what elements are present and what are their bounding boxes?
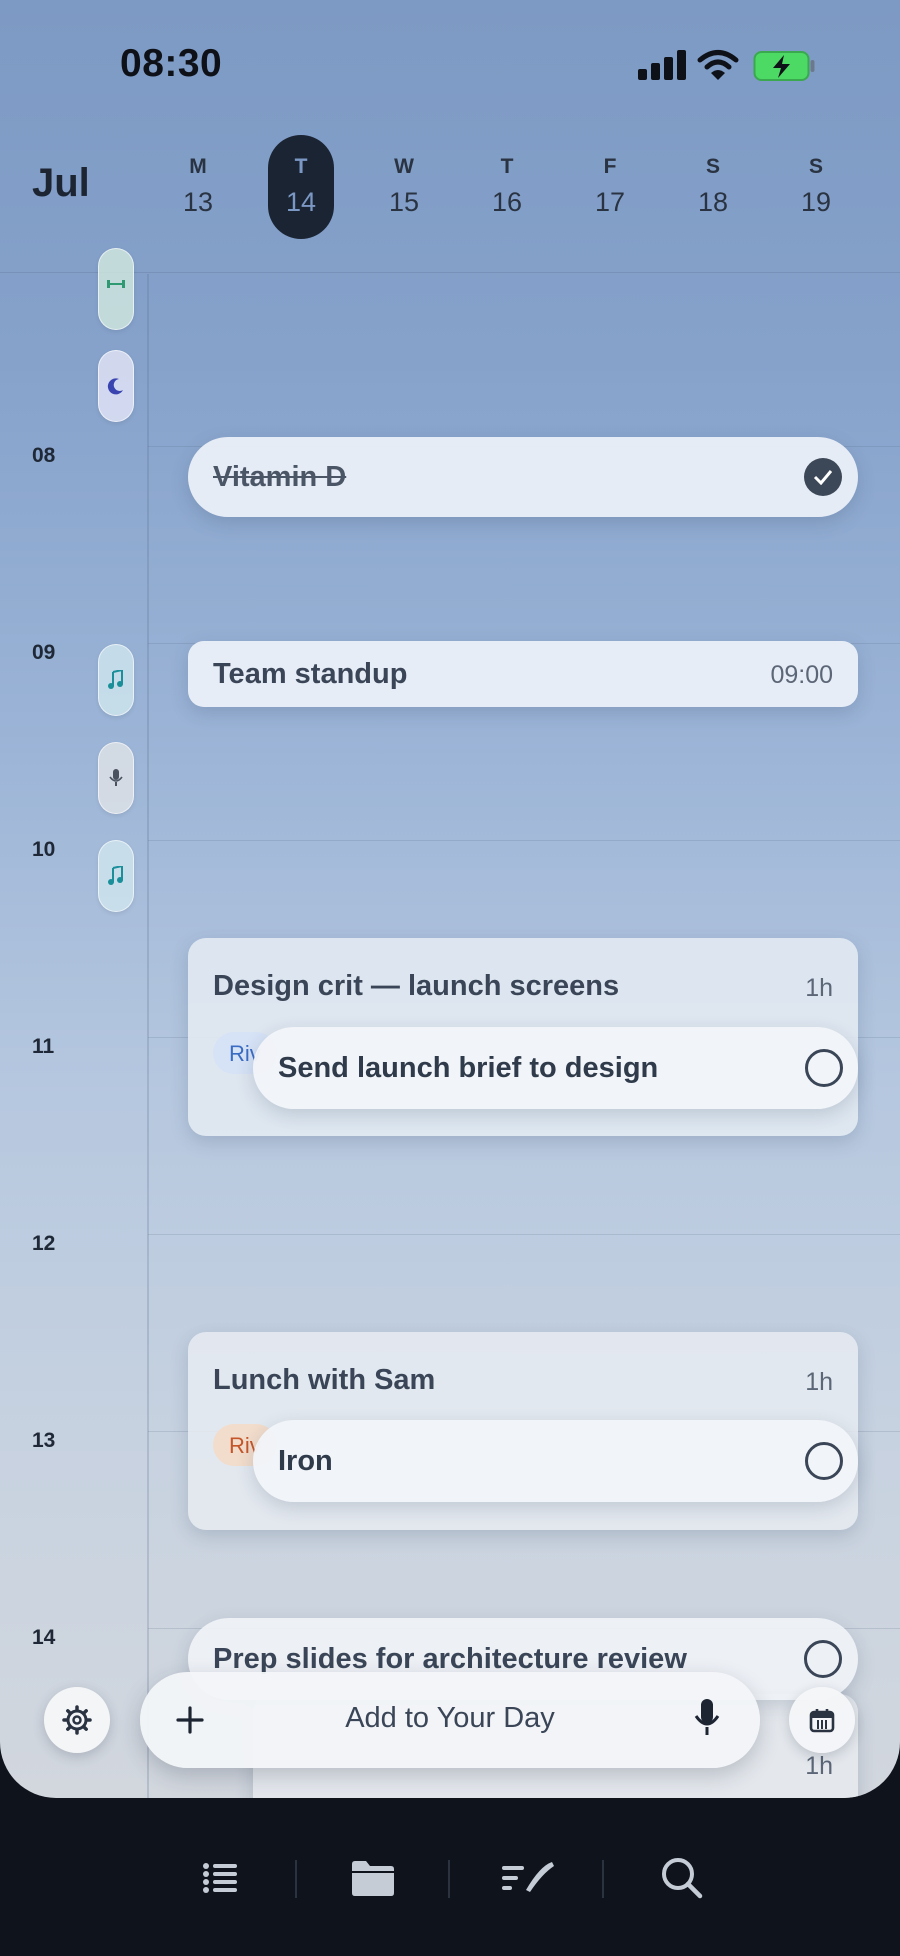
task-title: Vitamin D (213, 461, 347, 493)
dumbbell-icon (107, 280, 125, 288)
event-time: 09:00 (770, 661, 833, 689)
add-to-day-input[interactable]: Add to Your Day (140, 1702, 760, 1735)
gear-icon (62, 1705, 92, 1735)
habit-music-2[interactable] (98, 840, 134, 912)
day-sat-18[interactable]: S 18 (680, 135, 746, 239)
calendar-button[interactable] (789, 1687, 855, 1753)
task-iron[interactable]: Iron (253, 1420, 858, 1502)
settings-button[interactable] (44, 1687, 110, 1753)
tab-list[interactable] (190, 1848, 250, 1908)
checkbox-icon[interactable] (805, 1442, 843, 1480)
hour-label: 08 (32, 444, 56, 467)
status-time: 08:30 (120, 42, 223, 85)
day-number: 19 (800, 187, 832, 217)
music-note-icon (108, 866, 123, 885)
tab-search[interactable] (652, 1848, 712, 1908)
hour-label: 13 (32, 1429, 56, 1452)
habit-music[interactable] (98, 644, 134, 716)
event-title: Lunch with Sam (213, 1364, 436, 1396)
task-title: Send launch brief to design (278, 1052, 659, 1084)
tab-journal[interactable] (498, 1848, 558, 1908)
hour-label: 12 (32, 1232, 56, 1255)
day-thu-16[interactable]: T 16 (474, 135, 540, 239)
folder-icon (352, 1861, 394, 1896)
signal-icon (638, 50, 686, 80)
day-letter: T (500, 155, 514, 178)
day-letter: S (705, 155, 720, 178)
hour-label: 14 (32, 1626, 56, 1649)
day-letter: W (394, 155, 414, 178)
add-to-day-bar[interactable]: Add to Your Day (140, 1672, 760, 1768)
list-icon (203, 1863, 237, 1893)
day-wed-15[interactable]: W 15 (371, 135, 437, 239)
month-label: Jul (32, 161, 90, 205)
tab-separator (295, 1860, 297, 1898)
day-tue-14-selected[interactable]: T 14 (268, 135, 334, 239)
habit-sleep[interactable] (98, 350, 134, 422)
day-number: 18 (697, 187, 729, 217)
microphone-icon[interactable] (694, 1698, 720, 1738)
microphone-icon (109, 769, 123, 786)
battery-charging-icon (753, 51, 815, 81)
week-header: Jul M 13 T 14 W 15 T 16 F 17 S 18 S 19 (0, 105, 900, 273)
task-vitamin-d[interactable]: Vitamin D (188, 437, 858, 517)
day-letter: T (294, 155, 308, 178)
event-title: Design crit — launch screens (213, 970, 620, 1002)
task-title: Iron (278, 1445, 333, 1477)
day-letter: M (189, 155, 207, 178)
tab-folders[interactable] (343, 1848, 403, 1908)
moon-icon (107, 378, 123, 395)
search-icon (662, 1858, 703, 1899)
hour-gridline (148, 840, 900, 841)
event-team-standup[interactable]: Team standup 09:00 (188, 641, 858, 707)
tab-separator (448, 1860, 450, 1898)
day-number: 16 (491, 187, 523, 217)
habit-workout[interactable] (98, 248, 134, 330)
calendar-icon (809, 1709, 835, 1733)
day-letter: F (603, 155, 617, 178)
hour-gridline (148, 1234, 900, 1235)
event-duration: 1h (805, 974, 833, 1002)
tab-bar (0, 1798, 900, 1956)
checkbox-icon[interactable] (804, 1640, 842, 1678)
music-note-icon (108, 670, 123, 689)
checkmark-icon[interactable] (804, 458, 842, 496)
habit-voice[interactable] (98, 742, 134, 814)
event-duration: 1h (805, 1752, 833, 1780)
day-letter: S (808, 155, 823, 178)
day-number: 17 (594, 187, 626, 217)
day-sun-19[interactable]: S 19 (783, 135, 849, 239)
tab-separator (602, 1860, 604, 1898)
journal-icon (502, 1862, 554, 1892)
gutter-divider (147, 274, 149, 1798)
checkbox-icon[interactable] (805, 1049, 843, 1087)
day-fri-17[interactable]: F 17 (577, 135, 643, 239)
day-timeline[interactable]: 08 09 10 11 12 13 14 Vitamin D Team stan… (0, 248, 900, 1798)
hour-label: 10 (32, 838, 56, 861)
app-screen: 08:30 Jul M 13 T 14 W 15 T 16 F 17 S 18 … (0, 0, 900, 1798)
wifi-icon (697, 50, 739, 80)
day-number: 15 (388, 187, 420, 217)
hour-label: 09 (32, 641, 56, 664)
hour-label: 11 (32, 1035, 55, 1058)
event-title: Team standup (213, 658, 408, 690)
day-mon-13[interactable]: M 13 (165, 135, 231, 239)
event-duration: 1h (805, 1368, 833, 1396)
day-number: 13 (182, 187, 214, 217)
task-send-launch-brief[interactable]: Send launch brief to design (253, 1027, 858, 1109)
day-number: 14 (285, 187, 317, 217)
